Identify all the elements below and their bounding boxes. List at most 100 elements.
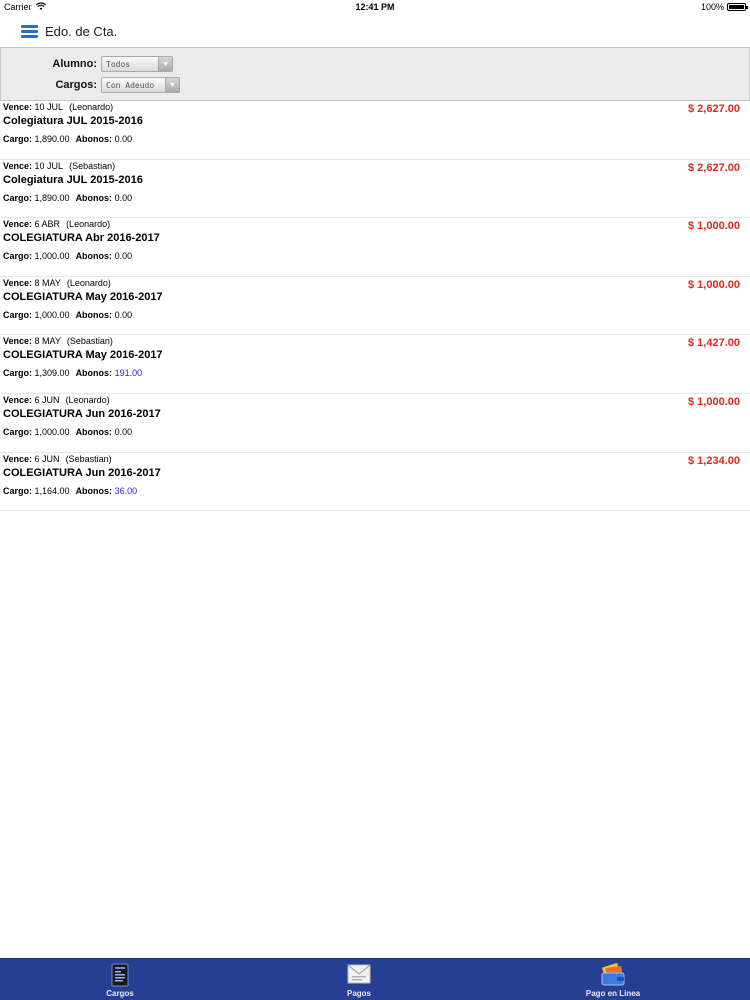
- list-item[interactable]: Vence: 8 MAY (Sebastian) COLEGIATURA May 2…: [0, 335, 750, 394]
- list-item[interactable]: Vence: 6 ABR (Leonardo) COLEGIATURA Abr 20…: [0, 218, 750, 277]
- charges-list: Vence: 10 JUL (Leonardo) Colegiatura JUL 2…: [0, 101, 750, 512]
- abonos-value: 0.00: [114, 309, 133, 320]
- vence-label: Vence:: [3, 160, 33, 171]
- balance-amount: $ 1,000.00: [688, 395, 740, 408]
- cargo-value: 1,000.00: [34, 251, 70, 262]
- vence-label: Vence:: [3, 336, 33, 347]
- abonos-value: 0.00: [114, 426, 133, 437]
- cargo-value: 1,164.00: [34, 485, 70, 496]
- student-name: (Sebastian): [69, 160, 116, 171]
- balance-amount: $ 1,000.00: [688, 220, 740, 233]
- abonos-value: 191.00: [114, 368, 143, 379]
- cargos-select[interactable]: Con Adeudo ▼: [101, 77, 180, 93]
- charge-detail-line: Cargo: 1,000.00 Abonos: 0.00: [3, 427, 132, 437]
- abonos-label: Abonos:: [75, 192, 113, 203]
- cargo-value: 1,890.00: [34, 192, 70, 203]
- battery-percent: 100%: [700, 2, 724, 12]
- vence-label: Vence:: [3, 394, 33, 405]
- abonos-value: 0.00: [114, 192, 133, 203]
- clock: 12:41 PM: [355, 2, 395, 12]
- charge-detail-line: Cargo: 1,000.00 Abonos: 0.00: [3, 310, 132, 320]
- due-date: 10 JUL: [34, 102, 64, 112]
- cargo-label: Cargo:: [3, 134, 32, 144]
- alumno-label: Alumno:: [52, 58, 97, 70]
- cargo-label: Cargo:: [3, 309, 32, 320]
- due-date-line: Vence: 10 JUL (Sebastian): [3, 161, 115, 171]
- balance-amount: $ 1,234.00: [688, 454, 740, 467]
- charge-concept: Colegiatura JUL 2015-2016: [3, 173, 143, 186]
- chevron-down-icon: ▼: [158, 57, 172, 71]
- tab-pagos-label: Pagos: [346, 989, 371, 998]
- due-date-line: Vence: 6 JUN (Leonardo): [3, 395, 110, 405]
- due-date-line: Vence: 10 JUL (Leonardo): [3, 102, 113, 112]
- list-item[interactable]: Vence: 6 JUN (Sebastian) COLEGIATURA Jun 2…: [0, 453, 750, 512]
- abonos-label: Abonos:: [75, 485, 113, 496]
- abonos-label: Abonos:: [75, 426, 113, 437]
- balance-amount: $ 2,627.00: [688, 161, 740, 174]
- tab-cargos-label: Cargos: [106, 989, 134, 998]
- list-item[interactable]: Vence: 6 JUN (Leonardo) COLEGIATURA Jun 20…: [0, 394, 750, 453]
- abonos-value: 0.00: [114, 134, 133, 144]
- hamburger-menu-icon[interactable]: [21, 25, 38, 38]
- due-date: 8 MAY: [34, 336, 61, 347]
- charge-concept: COLEGIATURA May 2016-2017: [3, 349, 163, 362]
- balance-amount: $ 1,000.00: [688, 278, 740, 291]
- charge-concept: COLEGIATURA May 2016-2017: [3, 290, 163, 303]
- page-title: Edo. de Cta.: [45, 24, 118, 39]
- due-date: 6 JUN: [34, 394, 60, 405]
- tab-bar: Cargos Pagos Pago en Linea: [0, 958, 750, 1000]
- charge-detail-line: Cargo: 1,309.00 Abonos: 191.00: [3, 368, 142, 378]
- abonos-label: Abonos:: [75, 134, 113, 144]
- vence-label: Vence:: [3, 219, 33, 230]
- due-date-line: Vence: 8 MAY (Sebastian): [3, 336, 113, 346]
- student-name: (Leonardo): [66, 277, 111, 288]
- cargo-label: Cargo:: [3, 485, 32, 496]
- due-date-line: Vence: 6 ABR (Leonardo): [3, 219, 110, 229]
- nav-bar: Edo. de Cta.: [0, 14, 750, 47]
- tab-cargos[interactable]: Cargos: [60, 959, 180, 1000]
- cargo-value: 1,000.00: [34, 426, 70, 437]
- filter-panel: Alumno: Todos ▼ Cargos: Con Adeudo ▼: [0, 47, 750, 101]
- charge-concept: COLEGIATURA Jun 2016-2017: [3, 407, 161, 420]
- abonos-value: 0.00: [114, 251, 133, 262]
- balance-amount: $ 1,427.00: [688, 337, 740, 350]
- alumno-select[interactable]: Todos ▼: [101, 56, 173, 72]
- cargo-value: 1,000.00: [34, 309, 70, 320]
- due-date-line: Vence: 8 MAY (Leonardo): [3, 278, 111, 288]
- charge-detail-line: Cargo: 1,000.00 Abonos: 0.00: [3, 251, 132, 261]
- vence-label: Vence:: [3, 453, 33, 464]
- list-item[interactable]: Vence: 8 MAY (Leonardo) COLEGIATURA May 20…: [0, 277, 750, 336]
- charge-concept: COLEGIATURA Abr 2016-2017: [3, 232, 160, 245]
- balance-amount: $ 2,627.00: [688, 103, 740, 115]
- student-name: (Leonardo): [69, 102, 114, 112]
- battery-icon: [727, 3, 748, 11]
- abonos-label: Abonos:: [75, 251, 113, 262]
- tab-pago-en-linea-label: Pago en Linea: [585, 989, 641, 998]
- cargo-value: 1,890.00: [34, 134, 70, 144]
- vence-label: Vence:: [3, 277, 33, 288]
- student-name: (Sebastian): [66, 336, 113, 347]
- tab-pago-en-linea[interactable]: Pago en Linea: [553, 959, 673, 1000]
- list-item[interactable]: Vence: 10 JUL (Sebastian) Colegiatura JUL …: [0, 160, 750, 219]
- cargo-label: Cargo:: [3, 426, 32, 437]
- student-name: (Leonardo): [66, 219, 111, 230]
- cargo-label: Cargo:: [3, 368, 32, 379]
- charge-detail-line: Cargo: 1,890.00 Abonos: 0.00: [3, 193, 132, 203]
- due-date: 10 JUL: [34, 160, 64, 171]
- charge-concept: Colegiatura JUL 2015-2016: [3, 115, 143, 127]
- list-item[interactable]: Vence: 10 JUL (Leonardo) Colegiatura JUL 2…: [0, 101, 750, 160]
- due-date: 6 ABR: [34, 219, 61, 230]
- vence-label: Vence:: [3, 102, 33, 112]
- charge-concept: COLEGIATURA Jun 2016-2017: [3, 466, 161, 479]
- due-date: 6 JUN: [34, 453, 60, 464]
- cargo-value: 1,309.00: [34, 368, 70, 379]
- cargos-label: Cargos:: [55, 79, 97, 91]
- student-name: (Sebastian): [65, 453, 112, 464]
- cargos-select-value: Con Adeudo: [106, 81, 155, 90]
- tab-pagos[interactable]: Pagos: [299, 959, 419, 1000]
- cargo-label: Cargo:: [3, 251, 32, 262]
- due-date-line: Vence: 6 JUN (Sebastian): [3, 454, 112, 464]
- wallet-card-icon: [601, 963, 625, 986]
- charge-detail-line: Cargo: 1,164.00 Abonos: 36.00: [3, 486, 137, 496]
- envelope-icon: [347, 964, 371, 984]
